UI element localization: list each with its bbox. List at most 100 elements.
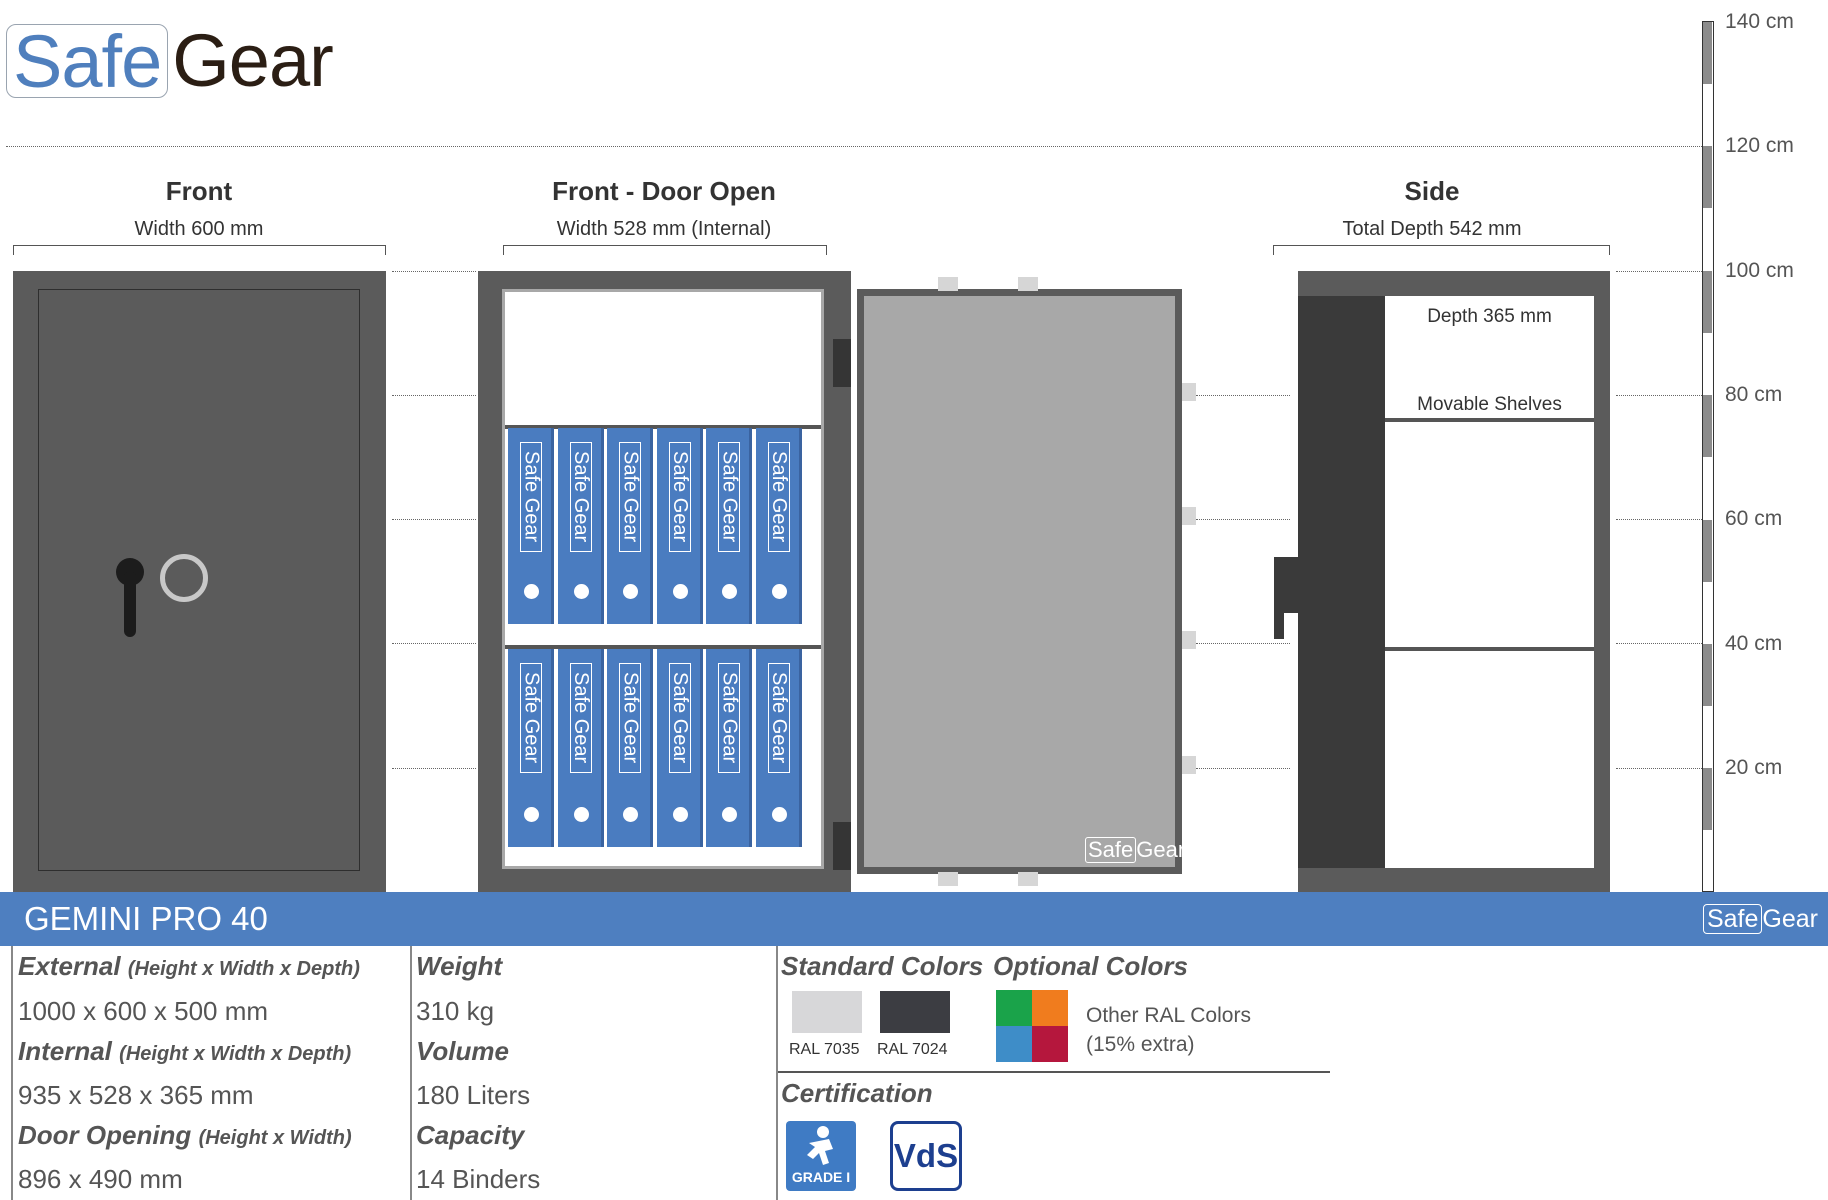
vds-badge-text: VdS [893, 1137, 959, 1174]
dial-lock-icon [160, 554, 208, 602]
scale-label: 20 cm [1725, 755, 1783, 779]
spec-door-label: Door Opening (Height x Width) [18, 1120, 352, 1151]
guide-line-80-a [392, 395, 476, 396]
bottom-shelf-binder: Safe Gear [706, 649, 752, 847]
height-scale-ruler [1702, 21, 1714, 892]
guide-line-120 [6, 146, 1706, 147]
open-door-inner-panel [864, 296, 1175, 867]
spec-internal-label: Internal (Height x Width x Depth) [18, 1036, 351, 1067]
spec-capacity-value: 14 Binders [416, 1164, 541, 1194]
colors-cert-divider [778, 1071, 1330, 1073]
binder-ring-hole [573, 584, 589, 599]
binder-label: Safe Gear [718, 442, 741, 552]
standard-color-name: RAL 7024 [877, 1041, 948, 1058]
spec-external-label: External (Height x Width x Depth) [18, 951, 360, 982]
spec-divider-right [776, 946, 778, 1200]
scale-label: 140 cm [1725, 10, 1794, 33]
bolt-side-2 [1182, 507, 1196, 525]
binder-ring-hole [771, 807, 787, 822]
top-shelf-binder: Safe Gear [508, 428, 554, 624]
spec-divider-mid [410, 946, 412, 1200]
spec-volume-value: 180 Liters [416, 1080, 531, 1110]
door-handle-bar [124, 571, 136, 637]
scale-label: 120 cm [1725, 134, 1794, 158]
standard-colors-label: Standard Colors [781, 951, 984, 981]
scale-segment [1703, 768, 1712, 831]
binder-ring-hole [524, 807, 539, 822]
spec-volume-label: Volume [416, 1036, 509, 1066]
scale-segment [1703, 270, 1712, 333]
burglar-icon [807, 1126, 833, 1165]
door-logo-gear: Gear [1136, 837, 1186, 862]
side-depth-label: Depth 365 mm [1427, 306, 1552, 327]
brand-logo-gear: Gear [172, 19, 334, 102]
spec-door-value: 896 x 490 mm [18, 1164, 183, 1194]
scale-label: 40 cm [1725, 631, 1783, 655]
bolt-bottom-1 [938, 872, 958, 886]
front-bracket [13, 245, 386, 255]
bolt-top-1 [938, 277, 958, 291]
top-shelf-binder: Safe Gear [755, 428, 802, 624]
binder-label: Safe Gear [619, 442, 642, 552]
product-name: GEMINI PRO 40 [24, 900, 268, 937]
binder-ring-hole [672, 584, 688, 599]
binder-label: Safe Gear [668, 663, 691, 773]
hinge-bottom [833, 822, 851, 870]
spec-internal-title: Internal [18, 1036, 112, 1066]
optional-colors-swatch [996, 990, 1068, 1062]
bottom-shelf-binder: Safe Gear [607, 649, 653, 847]
standard-color-swatch [880, 991, 950, 1033]
standard-color-swatch [792, 991, 862, 1033]
front-subtitle: Width 600 mm [134, 218, 264, 240]
front-safe-body [13, 271, 386, 892]
product-banner: GEMINI PRO 40 Safe Gear [0, 892, 1828, 946]
top-shelf-binder: Safe Gear [557, 428, 604, 624]
bolt-side-3 [1182, 631, 1196, 649]
binder-ring-hole [623, 584, 638, 599]
standard-color-name: RAL 7035 [789, 1041, 860, 1058]
binder-label: Safe Gear [520, 442, 543, 552]
binder-label: Safe Gear [767, 442, 790, 552]
optional-color-quadrant [1032, 1026, 1068, 1062]
side-interior: Depth 365 mm Movable Shelves [1385, 296, 1594, 868]
front-title: Front [165, 176, 233, 206]
guide-line-20-c [1616, 768, 1706, 769]
top-shelf-binder: Safe Gear [656, 428, 703, 624]
bolt-side-1 [1182, 383, 1196, 401]
banner-logo: Safe Gear [1702, 892, 1818, 946]
guide-line-60-c [1616, 519, 1706, 520]
open-safe-interior: Safe Gear Safe Gear Safe Gear Safe Gear Safe… [502, 289, 824, 869]
grade-badge-text: GRADE I [791, 1169, 851, 1185]
door-logo-safe: Safe [1085, 837, 1137, 863]
guide-line-20-a [392, 768, 476, 769]
spec-weight-label: Weight [416, 951, 503, 981]
brand-logo-safe: Safe [6, 24, 169, 99]
bolt-bottom-2 [1018, 872, 1038, 886]
open-door: Safe Gear [857, 289, 1185, 874]
binder-ring-hole [722, 584, 737, 599]
optional-colors-text-1: Other RAL Colors [1086, 1004, 1251, 1027]
spec-door-title: Door Opening [18, 1120, 192, 1150]
binder-ring-hole [722, 807, 737, 822]
binder-label: Safe Gear [520, 663, 543, 773]
spec-divider-left [11, 946, 13, 1200]
side-subtitle: Total Depth 542 mm [1342, 218, 1522, 240]
scale-segment [1703, 22, 1712, 84]
hinge-top [833, 339, 851, 387]
vds-badge: VdS [890, 1121, 962, 1191]
optional-colors-label: Optional Colors [993, 951, 1188, 981]
bottom-shelf-binder: Safe Gear [656, 649, 703, 847]
spec-internal-sub: (Height x Width x Depth) [119, 1043, 352, 1065]
door-open-subtitle: Width 528 mm (Internal) [556, 218, 772, 240]
door-logo: Safe Gear [1085, 837, 1185, 863]
binder-label: Safe Gear [619, 663, 642, 773]
spec-capacity-label: Capacity [416, 1120, 525, 1150]
bottom-shelf-binder: Safe Gear [508, 649, 554, 847]
guide-line-60-a [392, 519, 476, 520]
binder-label: Safe Gear [569, 663, 592, 773]
bolt-side-4 [1182, 756, 1196, 774]
side-title: Side [1404, 176, 1460, 206]
spec-weight-value: 310 kg [416, 996, 495, 1026]
open-safe-body: Safe Gear Safe Gear Safe Gear Safe Gear Safe… [478, 271, 851, 892]
guide-line-60-b [1196, 519, 1290, 520]
